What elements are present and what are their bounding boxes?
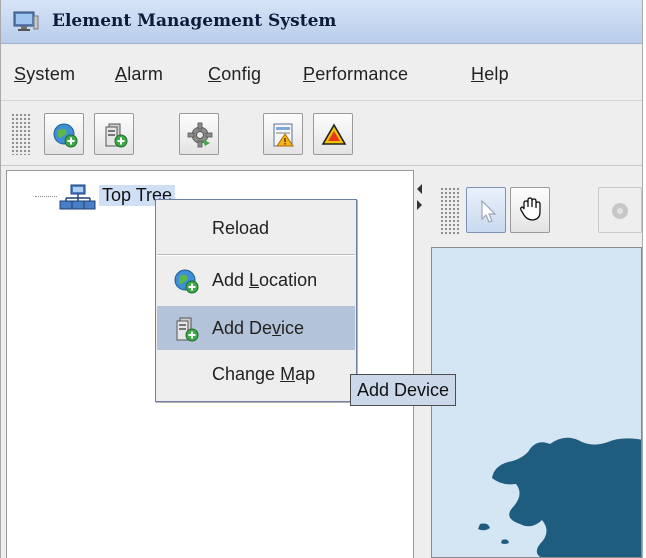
menu-config[interactable]: Config: [208, 64, 261, 85]
warning-button[interactable]: [313, 113, 353, 155]
menu-help[interactable]: Help: [471, 64, 509, 85]
menu-item-add-location[interactable]: Add Location: [157, 258, 355, 302]
main-toolbar: [1, 101, 642, 166]
pointer-arrow-icon: [481, 199, 497, 223]
menu-bar: System Alarm Config Performance Help: [1, 44, 642, 101]
menu-separator: [157, 254, 355, 256]
tree-connector: [35, 196, 57, 197]
add-device-icon: [105, 123, 128, 148]
gear-icon: [187, 122, 213, 148]
add-device-button[interactable]: [94, 113, 134, 155]
panel-splitter[interactable]: [414, 170, 428, 558]
menu-item-change-map[interactable]: Change Map: [157, 352, 355, 396]
tooltip-add-device: Add Device: [350, 374, 457, 406]
settings-button[interactable]: [179, 113, 219, 155]
pan-tool-button[interactable]: [510, 187, 550, 233]
collapse-right-arrow-icon[interactable]: [417, 200, 422, 210]
add-location-icon: [53, 123, 78, 148]
tree-context-menu: Reload Add Location Add Device Change Ma…: [155, 199, 357, 402]
gear-disabled-icon: [612, 203, 628, 219]
warning-triangle-icon: [321, 123, 347, 145]
add-location-button[interactable]: [44, 113, 84, 155]
window-title: Element Management System: [52, 11, 337, 31]
map-landmass: [478, 437, 641, 557]
menu-alarm[interactable]: Alarm: [115, 64, 163, 85]
hand-pan-icon: [520, 197, 541, 221]
toolbar-grip[interactable]: [11, 113, 31, 155]
title-bar: Element Management System: [1, 0, 642, 44]
collapse-left-arrow-icon[interactable]: [417, 184, 422, 194]
alarm-report-icon: [273, 123, 294, 147]
alarm-report-button[interactable]: [263, 113, 303, 155]
disabled-tool-button: [598, 187, 642, 233]
network-tree-icon: [59, 184, 96, 210]
menu-performance[interactable]: Performance: [303, 64, 408, 85]
map-toolbar-grip[interactable]: [440, 187, 460, 235]
menu-item-add-device[interactable]: Add Device: [157, 306, 355, 350]
menu-item-reload[interactable]: Reload: [157, 206, 355, 250]
map-toolbar: [428, 175, 642, 247]
add-location-icon: [174, 269, 199, 294]
map-view[interactable]: [431, 247, 642, 558]
select-tool-button[interactable]: [466, 187, 506, 233]
menu-system[interactable]: System: [14, 64, 75, 85]
monitor-app-icon: [13, 11, 39, 31]
add-device-icon: [176, 317, 199, 342]
